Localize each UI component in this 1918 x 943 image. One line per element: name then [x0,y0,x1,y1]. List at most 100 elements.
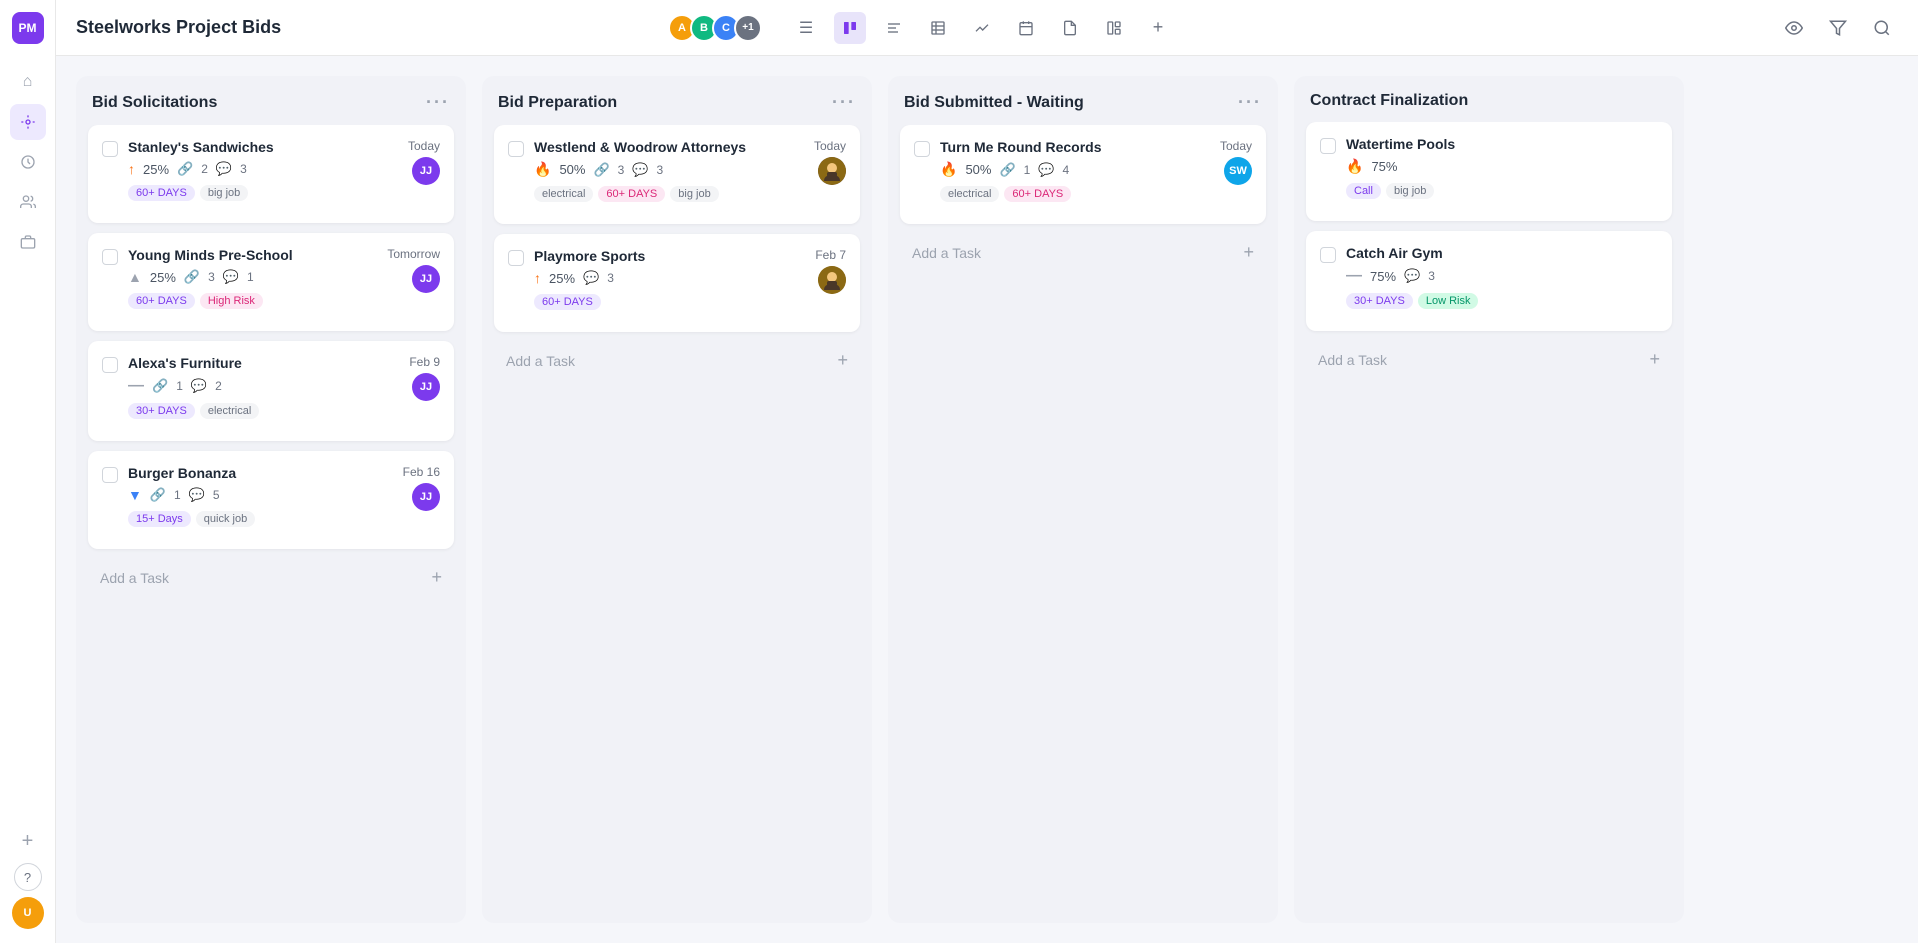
add-task-button-col3[interactable]: Add a Task + [900,234,1266,271]
card-checkbox[interactable] [102,249,118,265]
card-title: Playmore Sports [534,248,805,264]
card-catch-air-gym[interactable]: Catch Air Gym — 75% 💬 3 30+ DAYS Low Ris… [1306,231,1672,331]
card-date: Feb 7 [815,248,846,262]
card-tags: electrical 60+ DAYS big job [534,186,804,202]
notification-icon[interactable] [10,104,46,140]
card-date: Today [408,139,440,153]
comment-count: 3 [607,271,614,285]
card-meta: ▲ 25% 🔗 3 💬 1 [128,269,377,285]
card-assignee: JJ [412,483,440,511]
card-alexas[interactable]: Alexa's Furniture — 🔗 1 💬 2 30+ DAYS ele… [88,341,454,441]
link-icon: 🔗 [177,161,193,177]
card-checkbox[interactable] [1320,247,1336,263]
comment-count: 3 [1428,269,1435,283]
tag: quick job [196,511,255,527]
card-checkbox[interactable] [914,141,930,157]
priority-icon: 🔥 [1346,158,1363,175]
card-tags: 30+ DAYS Low Risk [1346,293,1658,309]
tag-high-risk: High Risk [200,293,263,309]
add-icon: + [1649,349,1660,370]
add-task-label: Add a Task [912,245,981,261]
tag: big job [1386,183,1434,199]
link-icon: 🔗 [184,269,200,285]
priority-pct: 50% [965,162,991,177]
page-title: Steelworks Project Bids [76,17,656,38]
card-tags: 15+ Days quick job [128,511,393,527]
priority-icon: 🔥 [534,161,551,178]
add-view-button[interactable]: + [1142,12,1174,44]
timeline-view-button[interactable] [878,12,910,44]
card-playmore[interactable]: Playmore Sports ↑ 25% 💬 3 60+ DAYS [494,234,860,332]
column-title: Bid Submitted - Waiting [904,94,1084,112]
comment-count: 4 [1063,163,1070,177]
add-icon[interactable]: + [10,823,46,859]
card-checkbox[interactable] [102,467,118,483]
briefcase-icon[interactable] [10,224,46,260]
tag: electrical [200,403,259,419]
card-checkbox[interactable] [508,141,524,157]
add-icon: + [1243,242,1254,263]
eye-button[interactable] [1778,12,1810,44]
link-count: 3 [618,163,625,177]
card-tags: electrical 60+ DAYS [940,186,1210,202]
list-view-button[interactable]: ☰ [790,12,822,44]
add-task-label: Add a Task [1318,352,1387,368]
card-tags: Call big job [1346,183,1658,199]
tag: 60+ DAYS [1004,186,1071,202]
comment-icon: 💬 [191,378,207,394]
card-checkbox[interactable] [1320,138,1336,154]
priority-icon: ↑ [128,161,135,177]
add-task-label: Add a Task [100,570,169,586]
clock-icon[interactable] [10,144,46,180]
link-count: 1 [174,488,181,502]
card-checkbox[interactable] [508,250,524,266]
column-menu-button[interactable]: ··· [426,92,450,113]
card-checkbox[interactable] [102,141,118,157]
app-logo[interactable]: PM [12,12,44,44]
search-button[interactable] [1866,12,1898,44]
calendar-view-button[interactable] [1010,12,1042,44]
priority-icon: ▲ [128,269,142,285]
chart-view-button[interactable] [966,12,998,44]
link-count: 3 [208,270,215,284]
add-task-button-col2[interactable]: Add a Task + [494,342,860,379]
column-body: Stanley's Sandwiches ↑ 25% 🔗 2 💬 3 60+ D… [76,125,466,608]
board: Bid Solicitations ··· Stanley's Sandwich… [56,56,1918,943]
add-task-button-col4[interactable]: Add a Task + [1306,341,1672,378]
table-view-button[interactable] [922,12,954,44]
column-menu-button[interactable]: ··· [832,92,856,113]
card-date: Today [1220,139,1252,153]
comment-count: 5 [213,488,220,502]
card-date: Feb 16 [403,465,440,479]
help-icon[interactable]: ? [14,863,42,891]
column-bid-solicitations: Bid Solicitations ··· Stanley's Sandwich… [76,76,466,923]
board-view-button[interactable] [834,12,866,44]
users-icon[interactable] [10,184,46,220]
card-westlend[interactable]: Westlend & Woodrow Attorneys 🔥 50% 🔗 3 💬… [494,125,860,224]
comment-count: 3 [240,162,247,176]
card-watertime-pools[interactable]: Watertime Pools 🔥 75% Call big job [1306,122,1672,221]
file-view-button[interactable] [1054,12,1086,44]
column-menu-button[interactable]: ··· [1238,92,1262,113]
filter-button[interactable] [1822,12,1854,44]
card-assignee: JJ [412,373,440,401]
user-avatar[interactable]: U [10,895,46,931]
home-icon[interactable]: ⌂ [10,64,46,100]
comment-icon: 💬 [583,270,599,286]
comment-icon: 💬 [1038,162,1054,178]
priority-icon: — [1346,267,1362,285]
tag: 15+ Days [128,511,191,527]
add-task-button-col1[interactable]: Add a Task + [88,559,454,596]
card-burger-bonanza[interactable]: Burger Bonanza ▼ 🔗 1 💬 5 15+ Days quick … [88,451,454,549]
card-checkbox[interactable] [102,357,118,373]
card-date: Feb 9 [409,355,440,369]
card-turn-me-round[interactable]: Turn Me Round Records 🔥 50% 🔗 1 💬 4 elec [900,125,1266,224]
card-assignee: JJ [412,265,440,293]
column-header: Bid Preparation ··· [482,76,872,125]
card-young-minds[interactable]: Young Minds Pre-School ▲ 25% 🔗 3 💬 1 60+ [88,233,454,331]
panel-view-button[interactable] [1098,12,1130,44]
card-tags: 60+ DAYS [534,294,805,310]
card-stanleys[interactable]: Stanley's Sandwiches ↑ 25% 🔗 2 💬 3 60+ D… [88,125,454,223]
priority-pct: 25% [549,271,575,286]
avatar-more[interactable]: +1 [734,14,762,42]
